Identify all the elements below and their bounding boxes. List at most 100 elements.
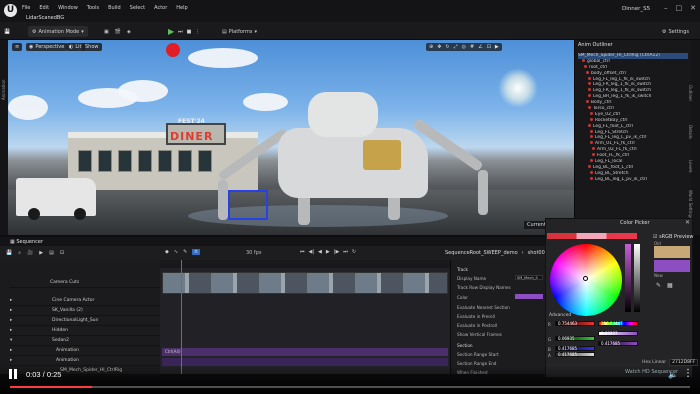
levels-strip-label[interactable]: Levels	[688, 160, 693, 173]
outliner-title[interactable]: Anim Outliner	[578, 42, 613, 48]
s-slider[interactable]: 0.83937	[598, 331, 638, 336]
reverse-icon[interactable]: ◀	[318, 249, 322, 255]
eyedropper-icon[interactable]: ✎	[656, 282, 661, 289]
filmstrip-icon[interactable]: ▤	[49, 250, 54, 256]
scale-snap-icon[interactable]: ⊡	[487, 44, 491, 50]
outliner-strip-label[interactable]: Outliner	[688, 85, 693, 101]
advanced-section-label[interactable]: Advanced	[549, 313, 571, 318]
playhead[interactable]	[181, 260, 182, 374]
details-section-section[interactable]: Section	[457, 343, 473, 348]
more-options-icon[interactable]: ⋮	[195, 29, 200, 35]
blueprint-icon[interactable]: ◈	[127, 29, 131, 35]
track-row[interactable]: Camera Cuts	[10, 278, 160, 288]
to-end-icon[interactable]: ⏭	[343, 249, 348, 255]
brush-icon[interactable]: ✎	[183, 249, 187, 255]
camera-cut-thumbnails[interactable]	[162, 272, 448, 294]
loop-icon[interactable]: ↻	[352, 249, 356, 255]
robot-body[interactable]	[278, 128, 428, 198]
value-slider[interactable]	[625, 244, 631, 312]
menu-help[interactable]: Help	[176, 5, 187, 11]
display-name-input[interactable]: SM_Mech_S	[515, 275, 543, 280]
a-slider[interactable]: 0.417685	[555, 352, 595, 357]
mode-dropdown[interactable]: ⚙ Animation Mode ▾	[28, 26, 88, 37]
platforms-dropdown[interactable]: ▤ Platforms ▾	[222, 26, 257, 37]
level-viewport[interactable]: FEST'24 DINER ≡ ◉ Perspective ◐ Lit Show…	[8, 40, 574, 235]
save-icon[interactable]: 💾	[6, 250, 12, 256]
play-icon[interactable]: ▶	[326, 249, 330, 255]
track-row[interactable]: ▸ SK_Vanilla (2)	[10, 306, 160, 316]
track-row[interactable]: ▸ Animation	[10, 346, 160, 356]
alpha-slider[interactable]	[634, 244, 640, 312]
track-color-swatch[interactable]	[515, 294, 543, 299]
robot-backpack[interactable]	[363, 140, 401, 170]
camera-icon[interactable]: 🎥	[27, 250, 33, 256]
rotate-tool-icon[interactable]: ↻	[445, 44, 449, 50]
r-slider[interactable]: 0.754463	[555, 321, 595, 326]
volume-icon[interactable]: 🔈	[668, 370, 678, 379]
color-wheel-selector[interactable]	[583, 276, 588, 281]
theme-icon[interactable]: ▦	[667, 282, 673, 289]
details-section-track[interactable]: Track	[457, 267, 468, 272]
show-button[interactable]: Show	[82, 43, 102, 51]
grid-icon[interactable]: #	[470, 44, 474, 50]
angle-snap-icon[interactable]: ∠	[478, 44, 482, 50]
menu-actor[interactable]: Actor	[154, 5, 167, 11]
track-row[interactable]: ▸ Animation	[10, 356, 160, 366]
to-start-icon[interactable]: ⏮	[300, 249, 305, 255]
color-gradient-strip[interactable]	[547, 233, 637, 239]
next-key-icon[interactable]: |▶	[334, 249, 340, 255]
maximize-icon[interactable]: □	[676, 4, 683, 12]
fps-dropdown[interactable]: 30 fps	[246, 250, 262, 256]
animation-section[interactable]	[162, 358, 448, 366]
track-row[interactable]: ▸ Cine Camera Actor	[10, 296, 160, 306]
world-icon[interactable]: ◎	[462, 44, 466, 50]
skip-icon[interactable]: ⏭	[178, 29, 183, 35]
outliner-item[interactable]: Leg_BL_leg_L_pv_ik_ctrl	[578, 176, 688, 183]
details-strip-label[interactable]: Details	[688, 125, 693, 139]
video-progress-track[interactable]	[10, 386, 690, 388]
search-icon[interactable]: ⌕	[18, 250, 21, 256]
g-slider[interactable]: 0.06935	[555, 336, 595, 341]
menu-window[interactable]: Window	[58, 5, 78, 11]
menu-select[interactable]: Select	[130, 5, 145, 11]
move-tool-icon[interactable]: ✥	[437, 44, 441, 50]
animation-section[interactable]: Ctrl(A4)	[162, 348, 448, 356]
camera-speed-icon[interactable]: ▶	[495, 44, 499, 50]
prev-key-icon[interactable]: ◀|	[309, 249, 315, 255]
magnet-icon[interactable]: ∩	[192, 249, 200, 255]
perspective-button[interactable]: ◉ Perspective	[26, 43, 68, 51]
srgb-preview-toggle[interactable]: ☑ sRGB Preview	[653, 234, 694, 240]
level-tab[interactable]: LidarScanedBG	[26, 15, 64, 21]
animation-strip-label[interactable]: Animation	[1, 80, 6, 100]
more-options-icon[interactable]: ⋮	[683, 368, 693, 379]
viewport-options-button[interactable]: ≡	[12, 43, 23, 51]
hex-input[interactable]: 2712D8FF	[669, 359, 699, 366]
breadcrumb-root[interactable]: SequenceRoot_SWEEP_demo	[445, 250, 518, 256]
snap-icon[interactable]: ▣	[104, 29, 109, 35]
h-slider[interactable]: 256.64447	[598, 321, 638, 326]
sequencer-tab[interactable]: ▦ Sequencer	[10, 239, 43, 245]
menu-edit[interactable]: Edit	[39, 5, 49, 11]
curve-icon[interactable]: ∿	[174, 249, 178, 255]
v-slider[interactable]: 0.417685	[598, 341, 638, 346]
b-slider[interactable]: 0.417685	[555, 346, 595, 351]
snap-icon[interactable]: ⊡	[60, 250, 64, 256]
cinematics-icon[interactable]: 🎬	[115, 29, 121, 35]
save-icon[interactable]: 💾	[4, 26, 10, 37]
select-tool-icon[interactable]: ⊕	[429, 44, 433, 50]
pause-icon[interactable]	[8, 369, 18, 380]
track-row[interactable]: ▸ DirectionalLight_Sun	[10, 316, 160, 326]
unreal-logo-icon[interactable]: U	[4, 4, 17, 17]
settings-button[interactable]: ⚙ Settings	[662, 26, 689, 37]
close-icon[interactable]: ✕	[685, 219, 690, 226]
minimize-icon[interactable]: –	[664, 4, 668, 12]
transform-gizmo[interactable]	[228, 190, 268, 220]
key-icon[interactable]: ◆	[165, 249, 169, 255]
track-row[interactable]: ▾ Sedan2	[10, 336, 160, 346]
menu-build[interactable]: Build	[108, 5, 121, 11]
robot-head[interactable]	[308, 92, 378, 137]
stop-icon[interactable]: ■	[187, 29, 192, 35]
play-icon[interactable]: ▶	[168, 27, 174, 36]
menu-file[interactable]: File	[22, 5, 30, 11]
world-settings-strip-label[interactable]: World Settings	[688, 190, 693, 219]
